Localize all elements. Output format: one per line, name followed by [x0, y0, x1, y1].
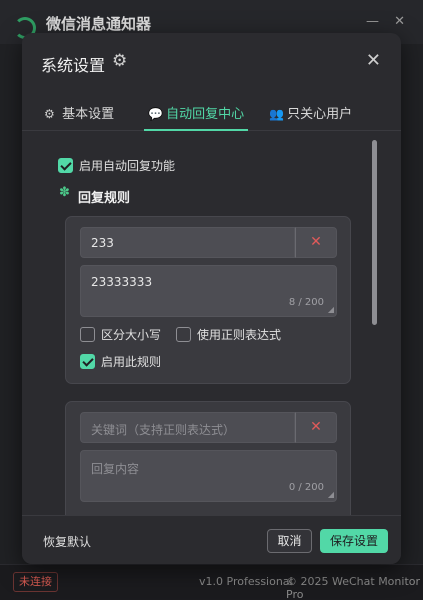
content-scrollbar[interactable] — [372, 140, 377, 325]
tab-label: 基本设置 — [62, 107, 115, 122]
rules-puzzle-icon: ✽ — [59, 185, 70, 200]
rules-section-title: 回复规则 — [78, 191, 131, 206]
users-icon: 👥 — [269, 107, 284, 121]
cancel-button[interactable]: 取消 — [267, 529, 312, 553]
app-status-bar: 未连接 v1.0 Professional © 2025 WeChat Moni… — [0, 564, 423, 600]
version-text: v1.0 Professional — [199, 575, 293, 588]
app-close-button[interactable]: ✕ — [394, 14, 405, 29]
enable-auto-reply-checkbox[interactable] — [58, 158, 73, 173]
dialog-title: 系统设置 — [41, 56, 106, 75]
save-settings-button[interactable]: 保存设置 — [320, 529, 388, 553]
keyword-input[interactable]: 关键词（支持正则表达式） — [80, 412, 295, 443]
minimize-button[interactable]: — — [366, 14, 379, 29]
dialog-header: 系统设置 ⚙ ✕ — [22, 33, 401, 91]
rule-card: 233 ✕ 23333333 8 / 200 ◢ 区分大小写 使用正则表达式 启… — [65, 216, 351, 384]
reply-placeholder: 回复内容 — [91, 462, 140, 476]
tab-care-users[interactable]: 👥 只关心用户 — [269, 103, 352, 131]
rule-card: 关键词（支持正则表达式） ✕ 回复内容 0 / 200 ◢ — [65, 401, 351, 515]
app-title: 微信消息通知器 — [46, 15, 152, 33]
enable-rule-checkbox[interactable] — [80, 354, 95, 369]
connection-status-badge: 未连接 — [13, 572, 58, 592]
settings-gear-icon: ⚙ — [112, 51, 128, 71]
reply-text: 23333333 — [91, 275, 153, 289]
reply-textarea[interactable]: 回复内容 0 / 200 ◢ — [80, 450, 337, 502]
tab-basic-settings[interactable]: ⚙ 基本设置 — [44, 103, 114, 131]
use-regex-checkbox[interactable] — [176, 327, 191, 342]
char-counter: 8 / 200 — [288, 297, 324, 308]
settings-dialog: 系统设置 ⚙ ✕ ⚙ 基本设置 💬 自动回复中心 👥 只关心用户 启用自动回复功… — [22, 33, 401, 564]
case-sensitive-checkbox[interactable] — [80, 327, 95, 342]
auto-reply-panel: 启用自动回复功能 ✽ 回复规则 233 ✕ 23333333 8 / 200 ◢… — [22, 133, 401, 515]
delete-rule-button[interactable]: ✕ — [295, 412, 337, 443]
delete-rule-button[interactable]: ✕ — [295, 227, 337, 258]
gear-icon: ⚙ — [44, 107, 55, 121]
resize-handle-icon[interactable]: ◢ — [328, 490, 334, 499]
tab-label: 只关心用户 — [287, 107, 353, 122]
use-regex-label: 使用正则表达式 — [197, 328, 282, 342]
settings-tabs: ⚙ 基本设置 💬 自动回复中心 👥 只关心用户 — [22, 99, 401, 131]
dialog-footer: 恢复默认 取消 保存设置 — [22, 515, 401, 564]
resize-handle-icon[interactable]: ◢ — [328, 305, 334, 314]
restore-defaults-button[interactable]: 恢复默认 — [43, 533, 91, 550]
char-counter: 0 / 200 — [288, 482, 324, 493]
enable-rule-label: 启用此规则 — [101, 355, 162, 369]
dialog-close-button[interactable]: ✕ — [366, 50, 381, 71]
tab-auto-reply[interactable]: 💬 自动回复中心 — [144, 103, 249, 131]
copyright-text: © 2025 WeChat Monitor Pro — [286, 575, 421, 600]
case-sensitive-label: 区分大小写 — [101, 328, 162, 342]
chat-icon: 💬 — [148, 107, 163, 121]
tab-label: 自动回复中心 — [166, 107, 245, 122]
keyword-input[interactable]: 233 — [80, 227, 295, 258]
enable-auto-reply-label: 启用自动回复功能 — [79, 159, 176, 173]
reply-textarea[interactable]: 23333333 8 / 200 ◢ — [80, 265, 337, 317]
